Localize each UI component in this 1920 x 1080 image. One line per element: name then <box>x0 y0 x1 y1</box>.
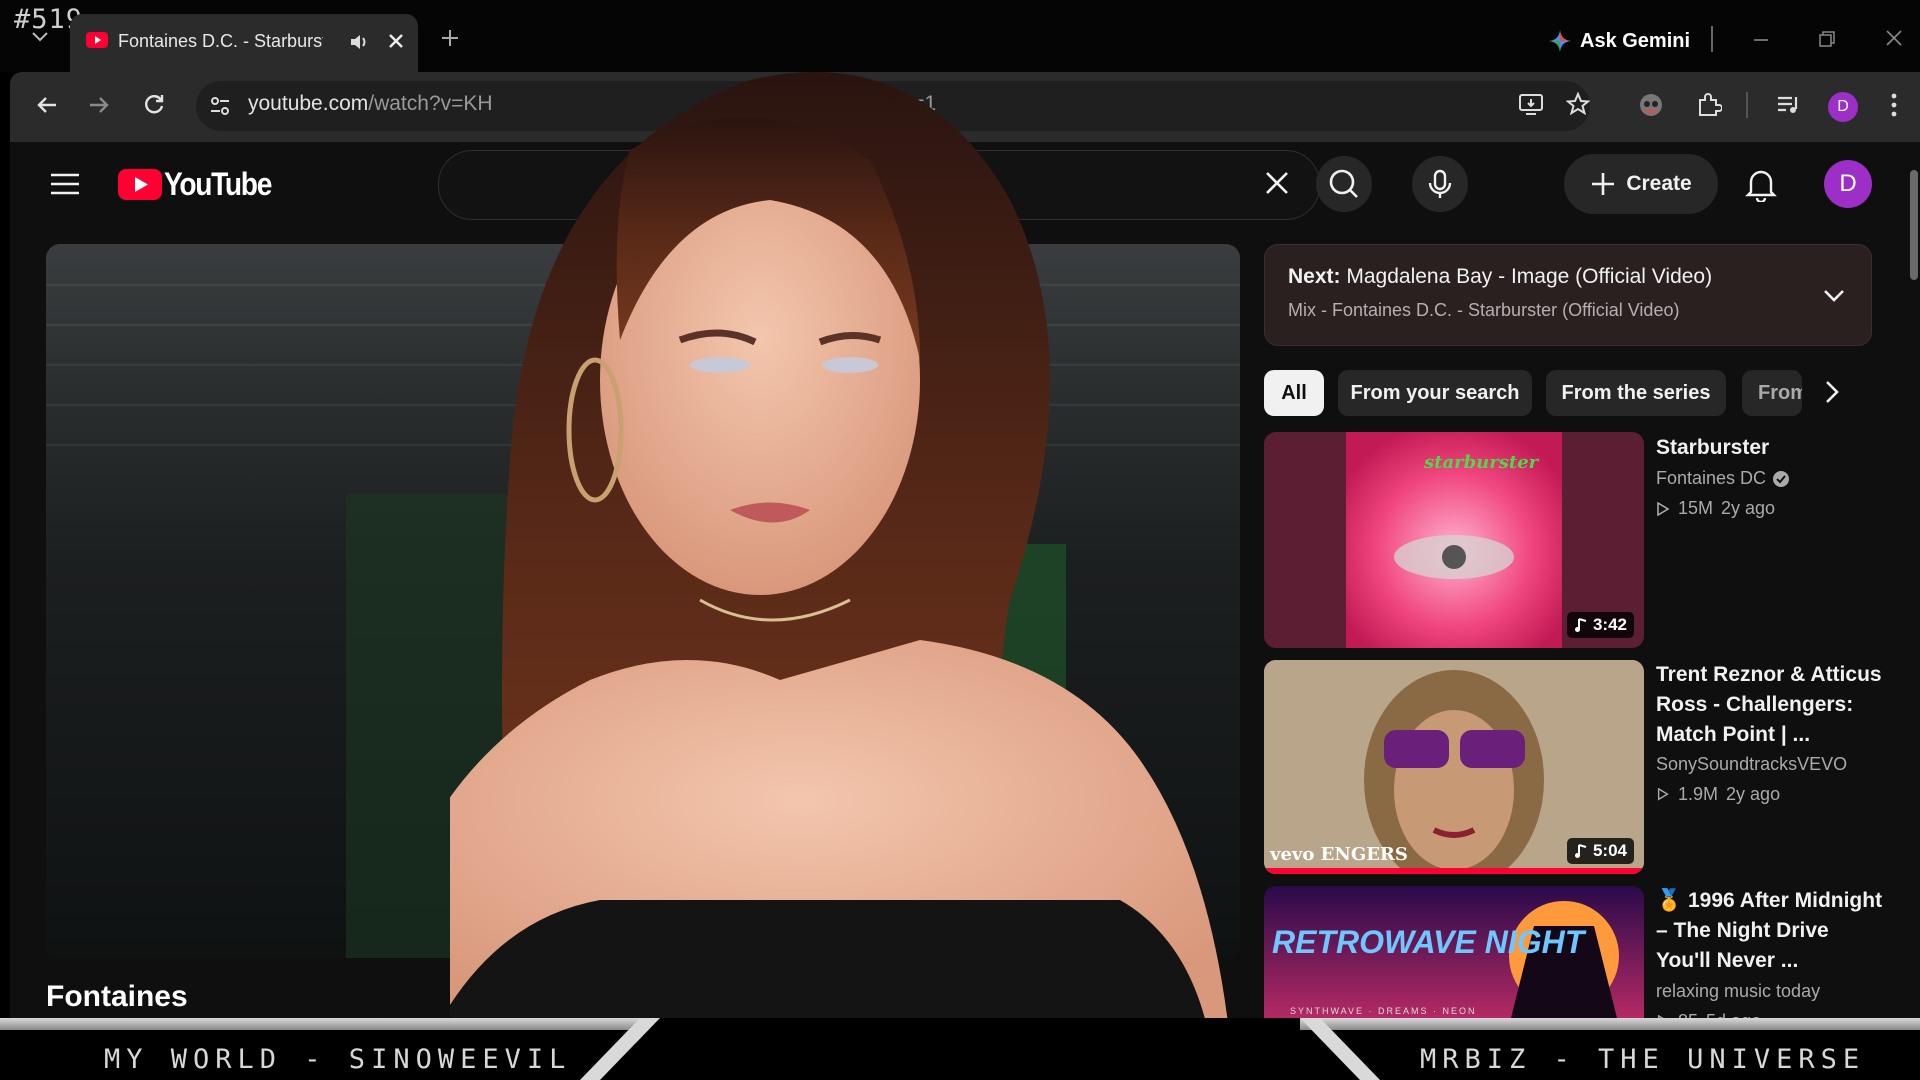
channel-name[interactable]: relaxing music today <box>1656 981 1820 1002</box>
microphone-icon <box>1428 169 1452 198</box>
music-note-icon <box>1574 618 1587 632</box>
channel-label: relaxing music today <box>1656 981 1821 1001</box>
back-arrow-icon[interactable] <box>36 94 58 116</box>
recommendation-title[interactable]: Trent Reznor & Atticus Ross - Challenger… <box>1656 660 1888 750</box>
chevron-right-icon[interactable] <box>1818 378 1846 406</box>
url-host: youtube.com <box>248 92 369 115</box>
youtube-play-logo-icon <box>118 169 162 200</box>
reload-icon[interactable] <box>142 92 166 116</box>
chevron-down-icon[interactable] <box>1820 282 1848 310</box>
stream-bar-divider <box>1300 1018 1920 1030</box>
video-thumbnail[interactable]: starburster 3:42 <box>1264 432 1644 648</box>
music-note-icon <box>1574 844 1587 858</box>
duration-badge: 3:42 <box>1566 612 1634 638</box>
duration-badge: 5:04 <box>1566 838 1634 864</box>
guide-menu-icon[interactable] <box>50 172 80 196</box>
up-next-line: Next: Magdalena Bay - Image (Official Vi… <box>1288 265 1712 289</box>
ask-gemini-label: Ask Gemini <box>1580 29 1691 52</box>
chip-all[interactable]: All <box>1264 370 1324 416</box>
install-app-icon[interactable] <box>1518 92 1544 116</box>
browser-profile-avatar[interactable]: D <box>1828 92 1858 122</box>
now-playing-right: MRBIZ - THE UNIVERSE <box>1420 1044 1866 1075</box>
verified-badge-icon <box>1773 470 1790 487</box>
youtube-logo[interactable]: YouTube <box>118 166 286 203</box>
thumb-subtitle-text: SYNTHWAVE · DREAMS · NEON <box>1290 1006 1477 1016</box>
plus-icon <box>1592 173 1615 195</box>
forward-arrow-icon[interactable] <box>88 94 110 116</box>
tab-close-icon[interactable] <box>386 31 406 51</box>
channel-name[interactable]: SonySoundtracksVEVO <box>1656 754 1847 775</box>
site-info-icon[interactable] <box>208 94 232 118</box>
tab-title: Fontaines D.C. - Starburster <box>118 31 323 51</box>
window-controls-divider <box>1711 26 1713 52</box>
view-count: 1.9M <box>1678 784 1719 804</box>
stream-bar-divider <box>0 1018 640 1030</box>
gemini-sparkle-icon <box>1549 30 1571 52</box>
up-next-title: Magdalena Bay - Image (Official Video) <box>1346 265 1713 288</box>
bookmark-star-icon[interactable] <box>1566 92 1590 116</box>
video-thumbnail[interactable]: vevo ENGERS 5:04 <box>1264 660 1644 874</box>
toolbar-divider <box>1746 92 1748 118</box>
thumb-title-text: starburster <box>1424 452 1539 473</box>
youtube-favicon-icon <box>86 32 108 48</box>
create-button[interactable]: Create <box>1564 154 1718 214</box>
video-meta: 1.9M 2y ago <box>1656 784 1780 805</box>
view-count: 15M <box>1678 498 1714 518</box>
extension-mask-icon[interactable] <box>1638 92 1664 118</box>
duration-text: 3:42 <box>1592 615 1627 634</box>
browser-menu-icon[interactable] <box>1890 92 1898 118</box>
account-avatar[interactable]: D <box>1824 160 1872 208</box>
tab-search-icon[interactable] <box>30 30 50 44</box>
ask-gemini-button[interactable]: Ask Gemini <box>1548 26 1690 56</box>
now-playing-left: MY WORLD - SINOWEEVIL <box>104 1044 572 1075</box>
video-title: Fontaines D.C. - Starburster (Official V… <box>46 980 196 1013</box>
duration-text: 5:04 <box>1592 841 1627 860</box>
minimize-icon[interactable] <box>1752 30 1770 48</box>
restore-window-icon[interactable] <box>1818 30 1836 48</box>
watch-progress-bar <box>1264 868 1644 874</box>
thumb-title-text: RETROWAVE NIGHT <box>1272 924 1585 960</box>
media-controls-icon[interactable] <box>1776 94 1802 116</box>
stream-bar-slashes <box>580 1018 1380 1080</box>
up-next-playlist: Mix - Fontaines D.C. - Starburster (Offi… <box>1288 300 1680 320</box>
clear-search-icon[interactable] <box>1262 168 1292 198</box>
close-window-icon[interactable] <box>1884 28 1904 48</box>
search-icon <box>1329 169 1358 198</box>
upload-age: 2y ago <box>1721 498 1776 518</box>
channel-name[interactable]: Fontaines DC <box>1656 468 1790 489</box>
play-count-icon <box>1657 501 1670 516</box>
notifications-bell-icon[interactable] <box>1744 166 1778 202</box>
recommendation-title-text: 1996 After Midnight – The Night Drive Yo… <box>1656 889 1883 972</box>
search-button[interactable] <box>1316 156 1372 212</box>
create-label: Create <box>1626 172 1692 195</box>
voice-search-button[interactable] <box>1412 156 1468 212</box>
chip-from-the-series[interactable]: From the series <box>1546 370 1726 416</box>
chip-from-your-search[interactable]: From your search <box>1338 370 1532 416</box>
recommendation-title[interactable]: 🏅 1996 After Midnight – The Night Drive … <box>1656 886 1888 976</box>
chip-from-more[interactable]: From <box>1742 370 1802 416</box>
channel-label: SonySoundtracksVEVO <box>1656 754 1848 774</box>
thumb-caption: vevo ENGERS <box>1270 844 1408 865</box>
browser-tab-active[interactable]: Fontaines D.C. - Starburster <box>70 14 418 72</box>
up-next-prefix: Next: <box>1288 265 1341 288</box>
video-meta: 15M 2y ago <box>1656 498 1775 519</box>
youtube-wordmark: YouTube <box>164 166 272 202</box>
up-next-panel[interactable] <box>1264 244 1872 346</box>
play-count-icon <box>1657 787 1669 801</box>
page-scrollbar[interactable] <box>1910 170 1918 280</box>
webcam-overlay <box>450 72 1230 1040</box>
medal-badge-icon: 🏅 <box>1656 889 1683 912</box>
extensions-puzzle-icon[interactable] <box>1696 92 1722 118</box>
recommendation-title[interactable]: Starburster <box>1656 433 1888 463</box>
tab-audio-icon[interactable] <box>348 31 370 53</box>
upload-age: 2y ago <box>1726 784 1781 804</box>
channel-label: Fontaines DC <box>1656 468 1767 488</box>
